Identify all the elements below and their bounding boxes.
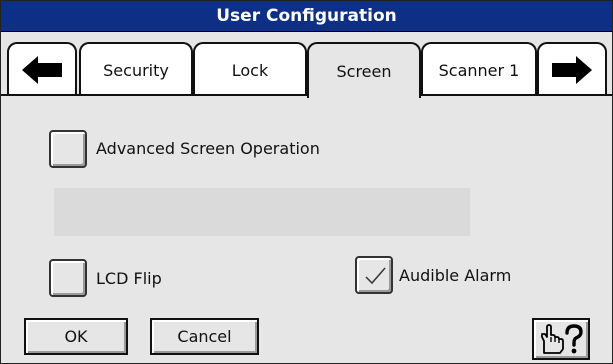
tab-security[interactable]: Security [79, 42, 193, 96]
tab-scanner-1[interactable]: Scanner 1 [421, 42, 537, 96]
tab-strip: Security Lock Screen Scanner 1 [1, 32, 612, 98]
tab-lock-label: Lock [231, 60, 269, 80]
tab-security-label: Security [103, 60, 169, 80]
ok-button-label: OK [64, 327, 88, 346]
tab-lock[interactable]: Lock [193, 42, 307, 96]
advanced-screen-operation-checkbox[interactable] [49, 130, 87, 168]
user-configuration-window: User Configuration Security Lock Screen … [0, 0, 613, 364]
audible-alarm-checkbox[interactable] [355, 256, 393, 294]
arrow-left-icon [22, 56, 62, 84]
tab-scroll-right-button[interactable] [537, 42, 607, 96]
screen-tab-panel: Advanced Screen Operation LCD Flip Audib… [1, 96, 612, 363]
disabled-setting-area [54, 188, 470, 236]
audible-alarm-label: Audible Alarm [399, 266, 512, 285]
tab-screen[interactable]: Screen [307, 42, 421, 98]
cancel-button[interactable]: Cancel [150, 318, 259, 355]
checkmark-icon [365, 267, 386, 285]
arrow-right-icon [552, 56, 592, 84]
ok-button[interactable]: OK [24, 318, 128, 355]
help-button[interactable] [532, 318, 590, 360]
cancel-button-label: Cancel [177, 327, 232, 346]
hand-question-icon [541, 324, 583, 354]
lcd-flip-checkbox[interactable] [49, 259, 87, 297]
tab-scanner-1-label: Scanner 1 [438, 60, 520, 80]
tab-screen-label: Screen [336, 61, 392, 81]
tab-scroll-left-button[interactable] [7, 42, 77, 96]
window-title: User Configuration [1, 1, 612, 32]
lcd-flip-label: LCD Flip [96, 269, 162, 288]
advanced-screen-operation-label: Advanced Screen Operation [96, 139, 320, 158]
